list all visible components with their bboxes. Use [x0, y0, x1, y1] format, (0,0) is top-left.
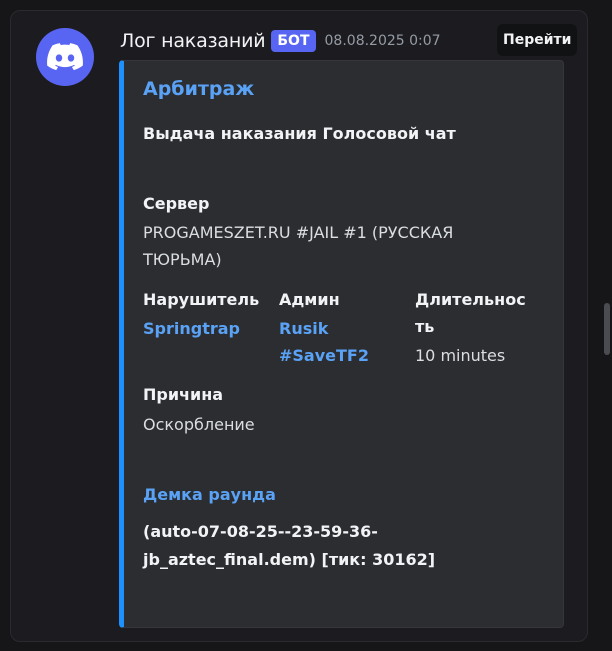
field-violator-name: Нарушитель [143, 290, 260, 309]
field-violator-value[interactable]: Springtrap [143, 315, 240, 342]
field-reason-name: Причина [143, 385, 224, 404]
avatar[interactable] [36, 28, 94, 86]
field-admin-name: Админ [279, 290, 340, 309]
field-admin-value-line1[interactable]: Rusik [279, 315, 328, 342]
field-demo-value-line1: (auto-07-08-25--23-59-36- [143, 522, 378, 541]
message-timestamp[interactable]: 08.08.2025 0:07 [325, 33, 441, 49]
field-server-value-line1: PROGAMESZET.RU #JAIL #1 (РУССКАЯ [143, 223, 454, 242]
field-duration-name-line2: ть [415, 317, 435, 336]
author-name[interactable]: Лог наказаний [120, 30, 266, 52]
field-demo-name[interactable]: Демка раунда [143, 481, 276, 508]
field-server-value-line2: ТЮРЬМА) [143, 250, 222, 269]
field-reason-value: Оскорбление [143, 415, 255, 434]
embed-title: Выдача наказания Голосовой чат [143, 124, 456, 143]
embed-author[interactable]: Арбитраж [143, 78, 254, 100]
bot-badge: БОТ [271, 30, 316, 52]
field-admin-value-line2[interactable]: #SaveTF2 [279, 342, 369, 369]
embed-card: Арбитраж Выдача наказания Голосовой чат … [119, 60, 564, 628]
field-duration-value: 10 minutes [415, 346, 506, 365]
goto-button[interactable]: Перейти [497, 24, 578, 56]
field-server-name: Сервер [143, 194, 210, 213]
field-demo-value-line2: jb_aztec_final.dem) [тик: 30162] [143, 550, 436, 569]
discord-logo-icon [47, 43, 83, 71]
message-header: Лог наказаний БОТ 08.08.2025 0:07 [120, 27, 441, 55]
scrollbar-thumb[interactable] [604, 303, 610, 355]
field-duration-name-line1: Длительнос [415, 290, 526, 309]
